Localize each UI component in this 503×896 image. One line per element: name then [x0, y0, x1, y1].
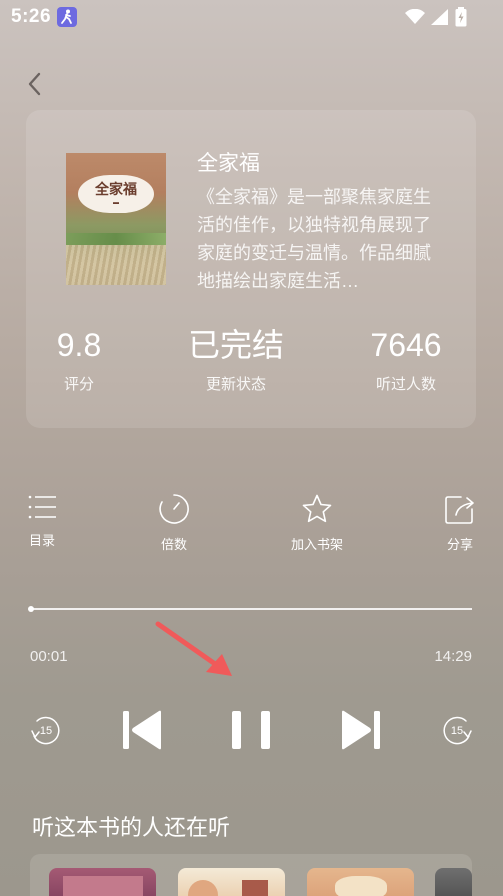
progress-knob[interactable] — [27, 606, 34, 612]
recommended-book-cover[interactable] — [435, 868, 472, 896]
cover-art-field — [66, 245, 166, 285]
speed-button[interactable]: 倍数 — [154, 493, 194, 553]
stat-update-status: 已完结 更新状态 — [176, 325, 296, 394]
previous-button[interactable] — [121, 708, 163, 752]
recommended-book-cover[interactable] — [49, 868, 156, 896]
book-info-card: 全家福 ▬ 全家福 《全家福》是一部聚焦家庭生活的佳作，以独特视角展现了家庭的变… — [26, 110, 476, 428]
walking-person-icon — [57, 7, 77, 27]
stat-score: 9.8 评分 — [49, 325, 109, 394]
status-time: 5:26 — [11, 6, 52, 27]
rewind-seconds: 15 — [40, 725, 52, 737]
chevron-left-icon — [28, 72, 41, 96]
add-to-shelf-label: 加入书架 — [290, 537, 343, 552]
back-button[interactable] — [24, 70, 48, 98]
share-button[interactable]: 分享 — [442, 493, 478, 553]
share-icon — [445, 496, 474, 524]
forward-icon: 15 — [443, 716, 472, 745]
speed-label: 倍数 — [160, 537, 187, 552]
annotation-arrow-icon — [155, 621, 232, 676]
cover-title-badge: 全家福 ▬ — [78, 175, 154, 213]
rewind-icon: 15 — [31, 716, 60, 745]
wifi-icon — [405, 9, 425, 25]
toc-label: 目录 — [28, 533, 55, 548]
stat-listeners: 7646 听过人数 — [361, 325, 451, 394]
rewind-15-button[interactable]: 15 — [28, 712, 64, 748]
forward-seconds: 15 — [451, 725, 463, 737]
recommended-book-cover[interactable] — [178, 868, 285, 896]
action-bar: 目录 倍数 加入书架 分享 — [0, 493, 503, 557]
pause-icon — [232, 711, 270, 749]
book-description[interactable]: 《全家福》是一部聚焦家庭生活的佳作，以独特视角展现了家庭的变迁与温情。作品细腻地… — [197, 183, 441, 295]
status-bar: 5:26 — [0, 0, 503, 34]
add-to-shelf-button[interactable]: 加入书架 — [286, 493, 348, 553]
total-time: 14:29 — [434, 648, 472, 665]
stat-score-value: 9.8 — [56, 327, 102, 363]
book-cover[interactable]: 全家福 ▬ — [66, 153, 166, 285]
speed-dial-icon — [159, 494, 189, 524]
recommended-book-cover[interactable] — [307, 868, 414, 896]
cover-title: 全家福 — [95, 181, 137, 198]
book-title: 全家福 — [197, 152, 260, 175]
current-time: 00:01 — [30, 648, 68, 665]
toc-button[interactable]: 目录 — [24, 493, 60, 549]
stat-listeners-label: 听过人数 — [375, 376, 436, 393]
share-label: 分享 — [446, 537, 473, 552]
forward-15-button[interactable]: 15 — [439, 712, 475, 748]
stat-score-label: 评分 — [63, 376, 94, 393]
stat-listeners-value: 7646 — [370, 327, 442, 363]
list-icon — [28, 495, 56, 519]
cover-subtitle-mark: ▬ — [113, 199, 119, 206]
stat-status-label: 更新状态 — [205, 376, 266, 393]
skip-previous-icon — [123, 710, 161, 750]
skip-next-icon — [342, 710, 380, 750]
star-icon — [302, 494, 332, 523]
next-button[interactable] — [340, 708, 382, 752]
recommendations-title: 听这本书的人还在听 — [32, 815, 231, 840]
progress-slider[interactable] — [27, 606, 472, 612]
pause-button[interactable] — [231, 708, 271, 752]
recommendations-list — [30, 854, 472, 896]
battery-charging-icon — [455, 7, 467, 27]
stat-status-value: 已完结 — [187, 327, 284, 363]
playback-controls: 15 15 — [0, 708, 503, 754]
signal-icon — [431, 9, 449, 25]
